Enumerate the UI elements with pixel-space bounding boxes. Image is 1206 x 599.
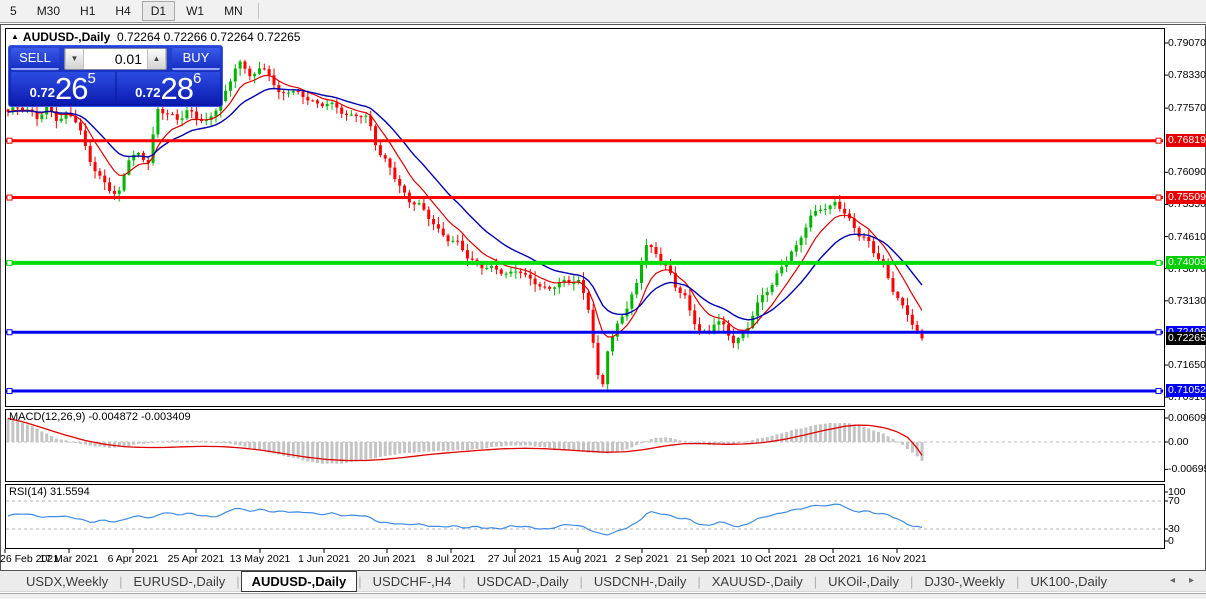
sell-price-prefix: 0.72 [29,85,55,100]
chart-tab-usdchf-h4[interactable]: USDCHF-,H4 [363,572,462,591]
one-click-trading-panel: SELL ▼ ▲ BUY 0.72265 0.72286 [8,45,223,107]
timeframe-button-h4[interactable]: H4 [106,1,139,21]
chart-tab-audusd-daily[interactable]: AUDUSD-,Daily [240,570,358,592]
volume-increase-button[interactable]: ▲ [147,49,166,69]
metatrader-app: 5 M30 H1 H4 D1 W1 MN ▲ AUDUSD-,Daily 0.72264 0.… [0,0,1206,599]
tab-separator: | [579,573,583,589]
chart-tab-xauusd-daily[interactable]: XAUUSD-,Daily [702,572,813,591]
chart-tab-ukoil-daily[interactable]: UKOil-,Daily [818,572,909,591]
chart-tab-usdx-weekly[interactable]: USDX,Weekly [16,572,118,591]
tab-separator: | [462,573,466,589]
tab-separator: | [358,573,362,589]
timeframe-button-w1[interactable]: W1 [177,1,213,21]
rsi-name: RSI(14) [9,486,47,498]
sell-price-sup: 5 [87,70,96,87]
ohlc-values: 0.72264 0.72266 0.72264 0.72265 [116,30,301,44]
timeframe-button-h1[interactable]: H1 [71,1,104,21]
chart-tab-eurusd-daily[interactable]: EURUSD-,Daily [124,572,236,591]
status-bar [0,593,1206,599]
timeframe-button-d1[interactable]: D1 [141,1,176,21]
tab-scroll-arrows: ◂ ▸ [1170,575,1194,586]
rsi-value: 31.5594 [49,486,90,498]
sell-price-big: 26 [54,71,88,106]
chart-tab-bar: USDX,Weekly | EURUSD-,Daily | AUDUSD-,Daily |… [0,570,1206,592]
sell-price-display[interactable]: 0.72 26 5 [11,70,115,106]
buy-price-prefix: 0.72 [135,85,161,100]
sell-button[interactable]: SELL [11,48,59,70]
tab-separator: | [909,573,914,589]
rsi-indicator-label: RSI(14) 31.5594 [9,486,90,498]
buy-price-display[interactable]: 0.72 28 6 [116,70,220,106]
tab-separator: | [236,573,240,589]
timeframe-button-5[interactable]: 5 [1,1,26,21]
buy-button[interactable]: BUY [172,48,220,70]
tab-separator: | [813,573,818,589]
volume-spinner: ▼ ▲ [64,48,167,70]
tab-separator: | [697,573,701,589]
collapse-chart-icon[interactable]: ▲ [11,32,19,41]
toolbar-separator [257,3,259,19]
chart-tab-uk100-daily[interactable]: UK100-,Daily [1020,572,1117,591]
chart-header: ▲ AUDUSD-,Daily 0.72264 0.72266 0.72264 0… [11,30,300,44]
tab-separator: | [1016,573,1020,589]
buy-price-big: 28 [160,71,193,106]
symbol-period-label: AUDUSD-,Daily [22,30,111,44]
timeframe-button-m30[interactable]: M30 [28,1,69,21]
chart-tab-usdcnh-daily[interactable]: USDCNH-,Daily [584,572,696,591]
volume-input[interactable] [84,49,147,69]
timeframe-toolbar: 5 M30 H1 H4 D1 W1 MN [0,0,1206,23]
tab-scroll-right-icon[interactable]: ▸ [1189,575,1194,586]
macd-indicator-label: MACD(12,26,9) -0.004872 -0.003409 [9,411,191,423]
volume-decrease-button[interactable]: ▼ [65,49,84,69]
timeframe-button-mn[interactable]: MN [215,1,252,21]
macd-values: -0.004872 -0.003409 [88,411,191,423]
macd-name: MACD(12,26,9) [9,411,86,423]
chart-tab-dj30-weekly[interactable]: DJ30-,Weekly [914,572,1015,591]
chart-tab-usdcad-daily[interactable]: USDCAD-,Daily [467,572,579,591]
buy-price-sup: 6 [192,70,202,87]
tab-scroll-left-icon[interactable]: ◂ [1170,575,1175,586]
tab-separator: | [119,573,123,589]
